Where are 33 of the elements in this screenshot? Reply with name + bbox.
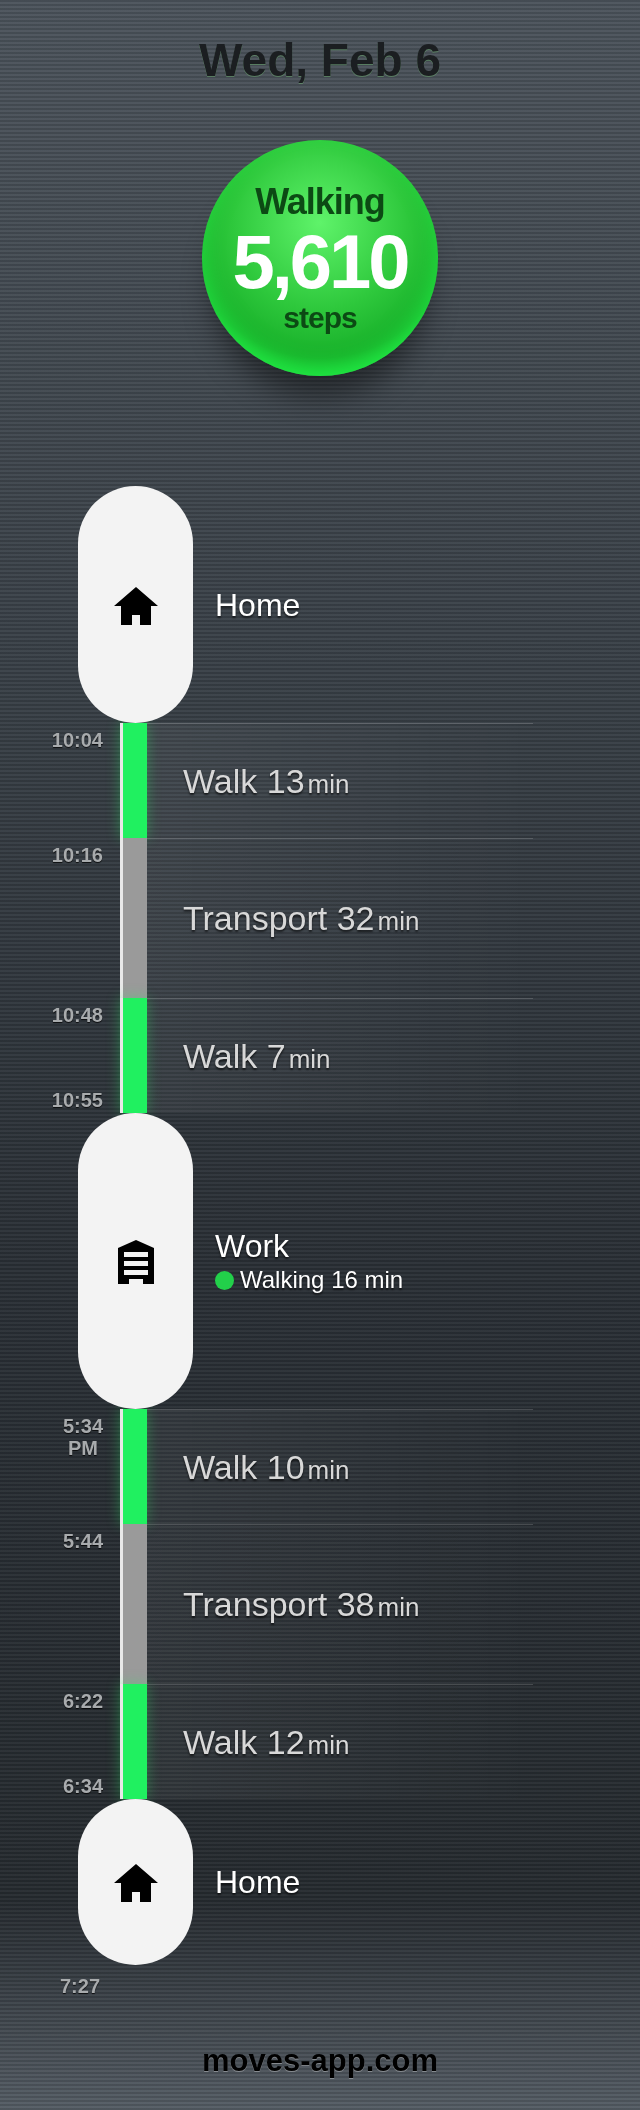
activity-row[interactable]: Walk 7 min bbox=[147, 998, 533, 1113]
activity-row[interactable]: Walk 13 min bbox=[147, 723, 533, 838]
time-label: 7:27 bbox=[58, 1975, 100, 1997]
time-label: 10:48 bbox=[51, 1004, 103, 1026]
activity-label: Transport 32 min bbox=[183, 898, 420, 939]
place-name: Home bbox=[215, 585, 301, 624]
activity-label: Walk 12 min bbox=[183, 1721, 350, 1763]
activity-label: Walk 7 min bbox=[183, 1035, 331, 1077]
time-label: 6:22 bbox=[62, 1690, 103, 1712]
activity-label: Walking bbox=[255, 182, 385, 222]
activity-label: Walk 10min bbox=[183, 1446, 350, 1488]
activity-label: Walk 13 min bbox=[183, 760, 350, 802]
place-marker[interactable] bbox=[78, 1113, 193, 1409]
steps-label: steps bbox=[283, 302, 357, 334]
dot-icon bbox=[215, 1270, 234, 1290]
activity-row[interactable]: Transport 38 min bbox=[147, 1524, 533, 1684]
time-label: 10:55 bbox=[51, 1089, 103, 1111]
time-label: 6:34 bbox=[62, 1775, 103, 1797]
activity-row[interactable]: Walk 10min bbox=[147, 1409, 533, 1524]
step-count: 5,610 bbox=[232, 222, 408, 302]
activity-row[interactable]: Transport 32 min bbox=[147, 838, 533, 998]
date-title: Wed, Feb 6 bbox=[199, 34, 441, 86]
time-label: 10:04 bbox=[51, 729, 103, 751]
place-name: Work bbox=[215, 1227, 291, 1265]
time-label: 5:44 bbox=[62, 1530, 103, 1552]
activity-label: Transport 38 min bbox=[183, 1584, 420, 1625]
place-name: Home bbox=[215, 1863, 301, 1901]
time-label: 5:34 PM bbox=[62, 1415, 103, 1459]
time-label: 10:16 bbox=[51, 844, 103, 866]
place-marker[interactable] bbox=[78, 486, 193, 723]
activity-note: Walking 16 min bbox=[240, 1265, 404, 1295]
activity-row[interactable]: Walk 12 min bbox=[147, 1684, 533, 1799]
place-marker[interactable] bbox=[78, 1799, 193, 1965]
